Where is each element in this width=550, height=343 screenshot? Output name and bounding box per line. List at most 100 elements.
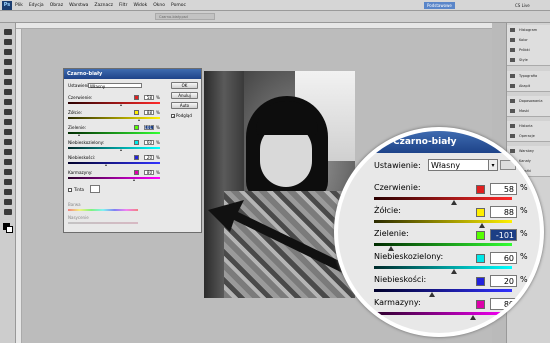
move-tool-icon[interactable] (4, 29, 12, 35)
character-icon (510, 74, 515, 78)
hue-slider[interactable] (68, 209, 138, 211)
color-slider-track[interactable] (374, 197, 512, 200)
background-color-icon[interactable] (6, 226, 13, 233)
slider-label: Żółcie: (374, 206, 401, 215)
eyedropper-tool-icon[interactable] (4, 79, 12, 85)
slider-value-input[interactable]: 88 (144, 110, 154, 115)
slider-thumb-icon[interactable] (105, 164, 108, 166)
slider-thumb-icon[interactable] (387, 246, 394, 251)
type-tool-icon[interactable] (4, 169, 12, 175)
slider-value-input[interactable]: -101 (490, 229, 517, 241)
slider-thumb-icon[interactable] (119, 104, 122, 106)
gradient-tool-icon[interactable] (4, 139, 12, 145)
slider-thumb-icon[interactable] (451, 269, 458, 274)
panel-histogram[interactable]: Histogram (507, 25, 550, 35)
ok-button[interactable]: OK (171, 82, 198, 89)
color-slider-track[interactable] (68, 117, 160, 119)
slider-value-input[interactable]: 20 (490, 275, 517, 287)
slider-value-input[interactable]: 88 (490, 206, 517, 218)
slider-color-swatch (476, 231, 485, 240)
color-slider-track[interactable] (374, 243, 512, 246)
color-slider-track[interactable] (68, 102, 160, 104)
color-slider-track[interactable] (68, 177, 160, 179)
panel-adjustments[interactable]: Dopasowania (507, 96, 550, 106)
color-slider-track[interactable] (374, 220, 512, 223)
menu-view[interactable]: Widok (133, 3, 147, 8)
slider-value-input[interactable]: 60 (490, 252, 517, 264)
cs-live-button[interactable]: CS Live (512, 2, 533, 9)
crop-tool-icon[interactable] (4, 69, 12, 75)
stamp-tool-icon[interactable] (4, 109, 12, 115)
eraser-tool-icon[interactable] (4, 129, 12, 135)
marquee-tool-icon[interactable] (4, 39, 12, 45)
slider-thumb-icon[interactable] (428, 292, 435, 297)
slider-thumb-icon[interactable] (470, 315, 477, 320)
slider-thumb-icon[interactable] (451, 200, 458, 205)
healing-tool-icon[interactable] (4, 89, 12, 95)
menu-image[interactable]: Obraz (50, 3, 63, 8)
panel-character[interactable]: Typografia (507, 71, 550, 81)
magnified-preset-select[interactable]: Własny (428, 159, 496, 171)
menu-edit[interactable]: Edycja (29, 3, 44, 8)
slider-thumb-icon[interactable] (138, 119, 141, 121)
preview-checkbox[interactable]: ✓ Podgląd (171, 113, 192, 119)
hand-tool-icon[interactable] (4, 199, 12, 205)
color-slider-track[interactable] (374, 266, 512, 269)
slider-thumb-icon[interactable] (478, 223, 485, 228)
slider-value-input[interactable]: 80 (490, 298, 517, 310)
histogram-icon (510, 28, 515, 32)
color-slider-track[interactable] (68, 162, 160, 164)
cancel-button[interactable]: Anuluj (171, 92, 198, 99)
wand-tool-icon[interactable] (4, 59, 12, 65)
slider-thumb-icon[interactable] (132, 179, 135, 181)
preset-select[interactable]: Własny (88, 83, 142, 89)
slider-value-input[interactable]: 60 (144, 140, 154, 145)
history-brush-tool-icon[interactable] (4, 119, 12, 125)
preset-options-icon[interactable] (500, 160, 516, 170)
slider-value-input[interactable]: 58 (144, 95, 154, 100)
menu-filter[interactable]: Filtr (119, 3, 127, 8)
slider-thumb-icon[interactable] (119, 149, 122, 151)
menu-window[interactable]: Okno (153, 3, 165, 8)
magnified-title: Czarno-biały (338, 131, 540, 153)
zoom-tool-icon[interactable] (4, 209, 12, 215)
panel-swatches[interactable]: Próbki (507, 45, 550, 55)
saturation-slider[interactable] (68, 222, 138, 224)
panel-paragraph[interactable]: Akapit (507, 81, 550, 91)
color-slider-track[interactable] (374, 312, 512, 315)
options-bar (0, 11, 550, 23)
menu-help[interactable]: Pomoc (171, 3, 186, 8)
slider-label: Niebieskozielony: (68, 140, 105, 145)
menu-file[interactable]: Plik (15, 3, 23, 8)
panel-masks[interactable]: Maski (507, 106, 550, 116)
brush-tool-icon[interactable] (4, 99, 12, 105)
slider-color-swatch (476, 208, 485, 217)
auto-button[interactable]: Auto (171, 102, 198, 109)
percent-sign: % (156, 170, 160, 175)
masks-icon (510, 109, 515, 113)
menu-layer[interactable]: Warstwa (69, 3, 88, 8)
tint-checkbox[interactable]: Tinta (68, 187, 84, 192)
slider-value-input[interactable]: 58 (490, 183, 517, 195)
document-tab[interactable]: Czarno-biały.psd (155, 13, 215, 20)
dodge-tool-icon[interactable] (4, 149, 12, 155)
color-slider-track[interactable] (374, 289, 512, 292)
panel-styles[interactable]: Style (507, 55, 550, 65)
menu-select[interactable]: Zaznacz (94, 3, 113, 8)
pen-tool-icon[interactable] (4, 159, 12, 165)
lasso-tool-icon[interactable] (4, 49, 12, 55)
slider-value-input[interactable]: -101 (143, 125, 154, 130)
panel-history[interactable]: Historia (507, 121, 550, 131)
color-slider-track[interactable] (68, 147, 160, 149)
tint-color-swatch[interactable] (90, 185, 100, 193)
color-slider-track[interactable] (68, 132, 160, 134)
shape-tool-icon[interactable] (4, 189, 12, 195)
chevron-down-icon[interactable]: ▾ (488, 159, 498, 171)
preset-row: Ustawienie: Własny (68, 83, 142, 89)
panel-color[interactable]: Kolor (507, 35, 550, 45)
slider-thumb-icon[interactable] (77, 134, 80, 136)
slider-value-input[interactable]: 80 (144, 170, 154, 175)
workspace-button[interactable]: Podstawowe (424, 2, 455, 9)
slider-value-input[interactable]: 20 (144, 155, 154, 160)
path-select-tool-icon[interactable] (4, 179, 12, 185)
